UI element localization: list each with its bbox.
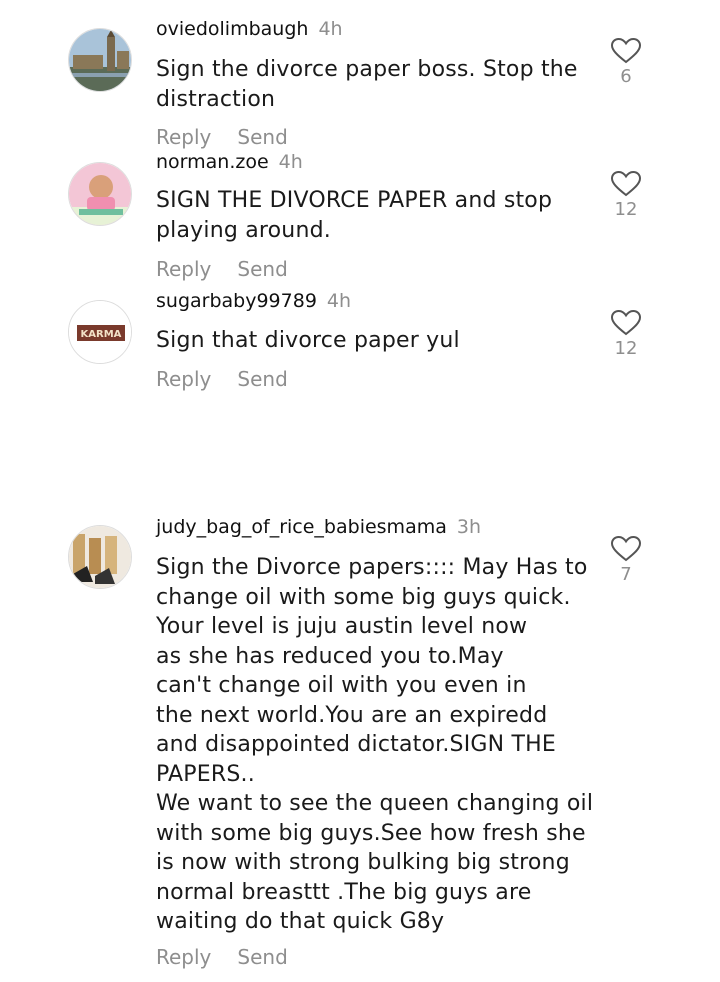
comment-actions: Reply Send [156,367,314,391]
comment-text-line: Sign the Divorce papers:::: May Has to [156,555,588,580]
comment-text-line: PAPERS.. [156,761,255,787]
send-button[interactable]: Send [237,945,287,969]
comment-actions: Reply Send [156,125,314,149]
reply-button[interactable]: Reply [156,945,211,969]
send-button[interactable]: Send [237,257,287,281]
like-button[interactable]: 12 [606,310,646,359]
comment-text-line: is now with strong bulking big strong [156,850,570,875]
send-button[interactable]: Send [237,125,287,149]
baby-photo-avatar[interactable] [68,162,132,226]
shoes-photo-avatar[interactable] [68,525,132,589]
reply-button[interactable]: Reply [156,125,211,149]
like-button[interactable]: 7 [606,536,646,585]
comment-actions: Reply Send [156,257,314,281]
comment-text-line: change oil with some big guys quick. [156,584,571,610]
heart-icon [611,536,641,562]
comment-username[interactable]: oviedolimbaugh 4h [156,18,343,40]
comment-text-line: as she has reduced you to.May [156,643,504,669]
london-skyline-avatar[interactable] [68,28,132,92]
comment-actions: Reply Send [156,945,314,969]
comment-time: 3h [456,516,482,538]
karma-logo-text: KARMA [81,329,122,340]
comment-text: Sign that divorce paper yul [156,328,460,353]
comment-text: Sign the divorce paper boss. Stop the di… [156,57,578,112]
karma-sign-avatar[interactable]: KARMA [68,300,132,364]
comment-text-line: the next world.You are an expiredd [156,702,548,728]
like-count: 12 [614,338,638,359]
heart-icon [611,171,641,197]
comment-time: 4h [278,151,303,173]
like-button[interactable]: 6 [606,38,646,87]
like-count: 7 [620,564,632,585]
comment-username[interactable]: norman.zoe 4h [156,151,303,173]
comment-text-line: Your level is juju austin level now [156,614,528,639]
comment-text-line: We want to see the queen changing oil [156,791,594,816]
like-count: 12 [614,199,638,220]
comment-username[interactable]: judy_bag_of_rice_babiesmama 3h [156,516,481,538]
comment-text-line: can't change oil with you even in [156,673,527,698]
comment-text-line: normal breasttt .The big guys are [156,879,532,905]
reply-button[interactable]: Reply [156,257,211,281]
like-button[interactable]: 12 [606,171,646,220]
comment-time: 4h [326,290,352,312]
send-button[interactable]: Send [237,367,287,391]
like-count: 6 [620,66,632,87]
heart-icon [611,310,641,336]
comment-username[interactable]: sugarbaby99789 4h [156,290,351,312]
comment-text-line: and disappointed dictator.SIGN THE [156,732,556,757]
comment-time: 4h [318,18,343,40]
comment-text: SIGN THE DIVORCE PAPER and stop playing … [156,188,553,243]
heart-icon [611,38,641,64]
comment-text-line: with some big guys.See how fresh she [156,820,586,846]
comment-text-line: waiting do that quick G8y [156,909,445,934]
comment-text: Sign the Divorce papers:::: May Has to c… [156,553,606,937]
reply-button[interactable]: Reply [156,367,211,391]
